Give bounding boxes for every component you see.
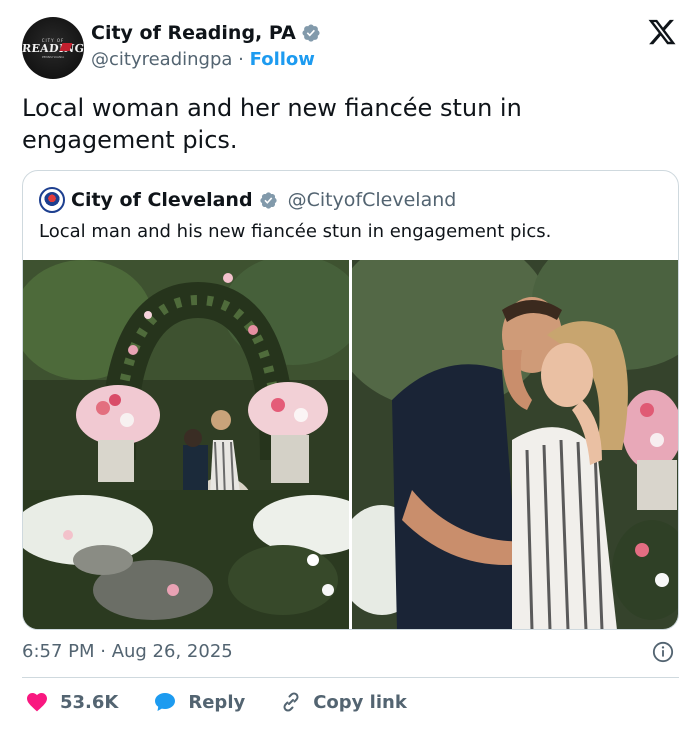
info-icon[interactable]: [652, 641, 674, 663]
quoted-photo-grid: [23, 260, 678, 629]
author-handle-row: @cityreadingpa · Follow: [91, 47, 321, 73]
reply-button[interactable]: Reply: [152, 690, 245, 714]
verified-badge-icon: [302, 24, 320, 42]
quoted-header: City of Cleveland @CityofCleveland: [39, 187, 456, 213]
separator-dot: ·: [238, 49, 244, 70]
quoted-author-name: City of Cleveland: [71, 189, 253, 211]
avatar-bottom-text: PENNSYLVANIA: [41, 54, 65, 59]
photo-couple-closeup[interactable]: [352, 260, 678, 629]
photo-garden-arch[interactable]: [23, 260, 349, 629]
reply-bubble-icon: [155, 693, 176, 711]
follow-button[interactable]: Follow: [250, 49, 315, 70]
couple-closeup-image: [352, 260, 678, 629]
author-block: City of Reading, PA @cityreadingpa · Fol…: [91, 20, 321, 73]
reply-label: Reply: [188, 691, 246, 713]
tweet-text: Local woman and her new fiancée stun in …: [22, 94, 522, 154]
quoted-avatar: [39, 187, 65, 213]
avatar-main-text: READING: [22, 41, 84, 55]
x-logo-icon[interactable]: [647, 17, 677, 47]
copy-link-label: Copy link: [313, 691, 407, 713]
like-button[interactable]: 53.6K: [24, 690, 118, 714]
quoted-author-handle: @CityofCleveland: [287, 189, 457, 211]
author-handle[interactable]: @cityreadingpa: [91, 49, 232, 70]
link-icon: [283, 692, 299, 712]
quoted-tweet-text: Local man and his new fiancée stun in en…: [39, 221, 552, 242]
verified-badge-icon: [259, 191, 277, 209]
author-name[interactable]: City of Reading, PA: [91, 20, 296, 46]
tweet-timestamp[interactable]: 6:57 PM · Aug 26, 2025: [22, 640, 233, 664]
heart-icon: [27, 693, 47, 712]
like-count: 53.6K: [60, 691, 119, 713]
garden-arch-image: [23, 260, 349, 629]
copy-link-button[interactable]: Copy link: [279, 690, 407, 714]
author-avatar[interactable]: CITY OF READING PENNSYLVANIA: [22, 17, 84, 79]
action-bar: 53.6K Reply Copy link: [24, 690, 441, 714]
actions-divider: [22, 677, 679, 678]
author-name-row: City of Reading, PA: [91, 20, 321, 46]
quoted-tweet-card[interactable]: City of Cleveland @CityofCleveland Local…: [22, 170, 679, 630]
